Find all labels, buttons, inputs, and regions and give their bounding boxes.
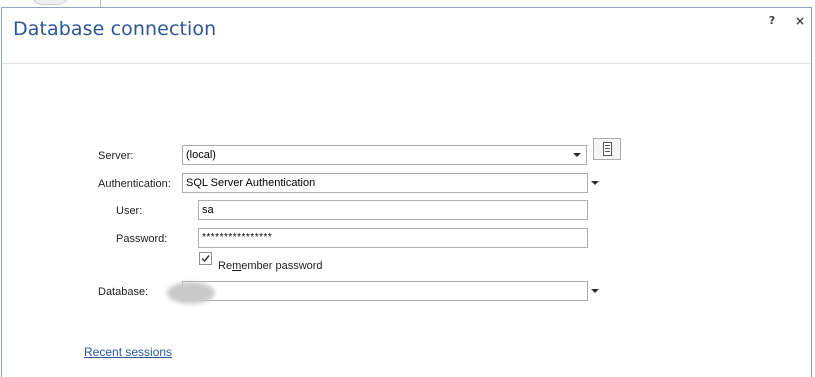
- authentication-select[interactable]: SQL Server Authentication: [182, 173, 588, 193]
- chevron-down-icon[interactable]: [591, 181, 599, 185]
- server-label: Server:: [98, 150, 134, 162]
- remember-password-label[interactable]: Remember password: [218, 260, 323, 272]
- background-divider: [100, 0, 101, 7]
- server-browse-icon: [603, 142, 612, 156]
- password-value: ****************: [202, 232, 273, 243]
- database-label: Database:: [98, 286, 149, 298]
- help-button[interactable]: ?: [764, 13, 780, 29]
- redaction-blur: [167, 282, 215, 304]
- authentication-value: SQL Server Authentication: [186, 177, 316, 189]
- chevron-down-icon[interactable]: [591, 289, 599, 293]
- close-button[interactable]: ×: [792, 13, 808, 29]
- chevron-down-icon[interactable]: [573, 153, 581, 157]
- user-input[interactable]: sa: [198, 200, 588, 220]
- user-value: sa: [202, 204, 214, 216]
- password-label: Password:: [116, 233, 168, 245]
- remember-password-checkbox[interactable]: [199, 252, 212, 265]
- database-select[interactable]: [182, 281, 588, 301]
- user-label: User:: [116, 205, 143, 217]
- background-logo: [30, 0, 70, 5]
- background-window-strip: [0, 0, 815, 7]
- server-value: (local): [186, 149, 216, 161]
- checkmark-icon: [201, 255, 210, 263]
- authentication-label: Authentication:: [98, 178, 171, 190]
- server-combobox[interactable]: (local): [182, 145, 587, 165]
- title-separator: [2, 63, 811, 64]
- recent-sessions-link[interactable]: Recent sessions: [84, 345, 172, 359]
- dialog-title: Database connection: [13, 18, 217, 40]
- browse-servers-button[interactable]: [593, 138, 621, 160]
- password-input[interactable]: ****************: [198, 228, 588, 248]
